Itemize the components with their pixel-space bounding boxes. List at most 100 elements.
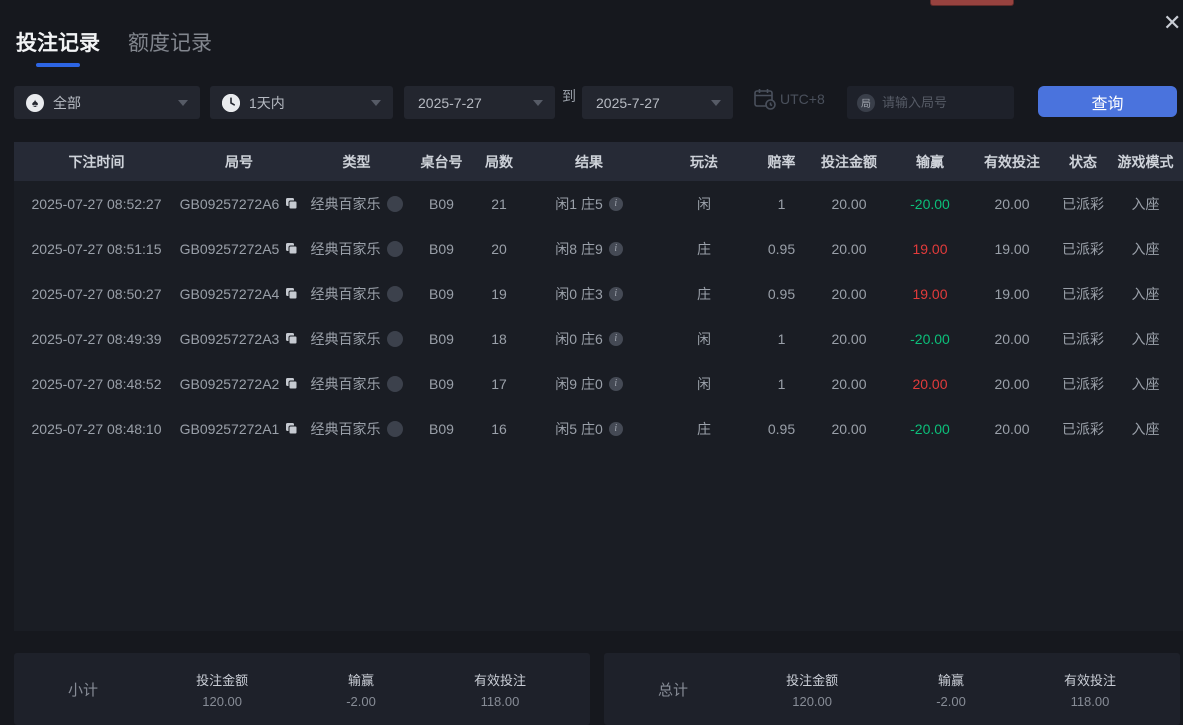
tab-bet-records-label: 投注记录	[16, 32, 100, 55]
cell-odds: 0.95	[767, 240, 796, 257]
info-icon[interactable]: i	[608, 331, 623, 346]
column-header-status: 状态	[1069, 153, 1097, 170]
copy-icon[interactable]	[285, 287, 298, 300]
game-type-select[interactable]: ♠ 全部	[14, 86, 200, 119]
cell-bet-time: 2025-07-27 08:48:10	[31, 420, 162, 437]
round-number-input[interactable]	[882, 95, 1004, 110]
cell-table-no: B09	[429, 375, 454, 392]
replay-icon[interactable]	[386, 240, 403, 257]
copy-icon[interactable]	[285, 242, 298, 255]
info-icon[interactable]: i	[608, 376, 623, 391]
copy-icon[interactable]	[285, 422, 298, 435]
cell-result: 闲9 庄0 i	[529, 374, 649, 394]
timezone-label: UTC+8	[780, 91, 825, 107]
replay-icon[interactable]	[386, 375, 403, 392]
column-header-round-id: 局号	[225, 153, 253, 170]
cell-game-mode: 入座	[1131, 330, 1160, 347]
cell-round-no: 17	[491, 375, 507, 392]
table-row: 2025-07-27 08:48:10 GB09257272A1 经典百家乐 B…	[14, 406, 1183, 451]
date-from-picker[interactable]: 2025-7-27	[404, 86, 555, 119]
cell-bet-amount: 20.00	[831, 420, 867, 437]
cell-play: 庄	[697, 285, 711, 302]
cell-status: 已派彩	[1062, 330, 1104, 347]
table-row: 2025-07-27 08:50:27 GB09257272A4 经典百家乐 B…	[14, 271, 1183, 316]
cell-bet-amount: 20.00	[831, 240, 867, 257]
cell-odds: 1	[777, 195, 786, 212]
table-row: 2025-07-27 08:49:39 GB09257272A3 经典百家乐 B…	[14, 316, 1183, 361]
info-icon[interactable]: i	[608, 421, 623, 436]
date-to-picker[interactable]: 2025-7-27	[582, 86, 733, 119]
info-icon[interactable]: i	[608, 286, 623, 301]
cell-result: 闲5 庄0 i	[529, 419, 649, 439]
replay-icon[interactable]	[386, 195, 403, 212]
cell-game-mode: 入座	[1131, 420, 1160, 437]
table-header-row: 下注时间 局号 类型 桌台号 局数 结果 玩法 赔率 投注金额 输赢 有效投注 …	[14, 142, 1183, 181]
copy-icon[interactable]	[285, 332, 298, 345]
cell-valid-bet: 19.00	[994, 240, 1030, 257]
column-header-odds: 赔率	[767, 153, 796, 170]
cell-status: 已派彩	[1062, 285, 1104, 302]
cell-valid-bet: 19.00	[994, 285, 1030, 302]
cell-game-mode: 入座	[1131, 285, 1160, 302]
total-win-loss: 输赢 -2.00	[936, 672, 966, 709]
subtotal-bet-amount: 投注金额 120.00	[196, 672, 249, 709]
spade-icon: ♠	[26, 93, 44, 112]
subtotal-valid-bet: 有效投注 118.00	[473, 672, 526, 709]
close-icon[interactable]: ✕	[1163, 12, 1181, 34]
cell-bet-time: 2025-07-27 08:52:27	[31, 195, 162, 212]
cell-play: 闲	[697, 375, 711, 392]
tab-quota-records-label: 额度记录	[128, 32, 212, 55]
cell-play: 庄	[697, 240, 711, 257]
column-header-game-mode: 游戏模式	[1117, 153, 1174, 170]
table-row: 2025-07-27 08:51:15 GB09257272A5 经典百家乐 B…	[14, 226, 1183, 271]
cell-bet-time: 2025-07-27 08:48:52	[31, 375, 162, 392]
subtotal-panel: 小计 投注金额 120.00 输赢 -2.00 有效投注 118.00	[14, 653, 590, 725]
chevron-down-icon	[533, 100, 543, 106]
cell-table-no: B09	[429, 285, 454, 302]
cell-odds: 1	[777, 375, 786, 392]
replay-icon[interactable]	[386, 285, 403, 302]
cell-bet-amount: 20.00	[831, 330, 867, 347]
cell-round-id: GB09257272A4	[179, 286, 299, 302]
game-type-value: 全部	[53, 94, 81, 111]
cell-bet-amount: 20.00	[831, 285, 867, 302]
tab-bet-records[interactable]: 投注记录	[16, 27, 100, 67]
cell-round-id: GB09257272A5	[179, 241, 299, 257]
tab-quota-records[interactable]: 额度记录	[128, 27, 212, 67]
cell-status: 已派彩	[1062, 195, 1104, 212]
cell-result: 闲0 庄6 i	[529, 329, 649, 349]
total-panel: 总计 投注金额 120.00 输赢 -2.00 有效投注 118.00	[604, 653, 1180, 725]
info-icon[interactable]: i	[608, 196, 623, 211]
column-header-valid-bet: 有效投注	[984, 153, 1040, 170]
cell-game-type: 经典百家乐	[299, 239, 414, 259]
replay-icon[interactable]	[386, 330, 403, 347]
info-icon[interactable]: i	[608, 241, 623, 256]
search-button[interactable]: 查询	[1038, 86, 1177, 117]
copy-icon[interactable]	[285, 377, 298, 390]
time-range-select[interactable]: 1天内	[210, 86, 393, 119]
cell-table-no: B09	[429, 240, 454, 257]
cell-play: 庄	[697, 420, 711, 437]
cell-valid-bet: 20.00	[994, 375, 1030, 392]
column-header-round: 局数	[485, 153, 513, 170]
column-header-result: 结果	[575, 153, 603, 170]
background-red-strip	[930, 0, 1014, 6]
round-number-field: 局	[847, 86, 1014, 119]
time-range-value: 1天内	[249, 94, 285, 111]
cell-table-no: B09	[429, 330, 454, 347]
cell-play: 闲	[697, 330, 711, 347]
cell-round-id: GB09257272A2	[179, 376, 299, 392]
cell-game-mode: 入座	[1131, 195, 1160, 212]
replay-icon[interactable]	[386, 420, 403, 437]
column-header-win-loss: 输赢	[916, 153, 944, 170]
calendar-clock-icon	[752, 86, 778, 112]
cell-game-type: 经典百家乐	[299, 329, 414, 349]
clock-icon	[222, 93, 240, 112]
cell-status: 已派彩	[1062, 420, 1104, 437]
cell-play: 闲	[697, 195, 711, 212]
chevron-down-icon	[371, 100, 381, 106]
copy-icon[interactable]	[285, 197, 298, 210]
cell-result: 闲8 庄9 i	[529, 239, 649, 259]
cell-bet-time: 2025-07-27 08:49:39	[31, 330, 162, 347]
cell-status: 已派彩	[1062, 375, 1104, 392]
